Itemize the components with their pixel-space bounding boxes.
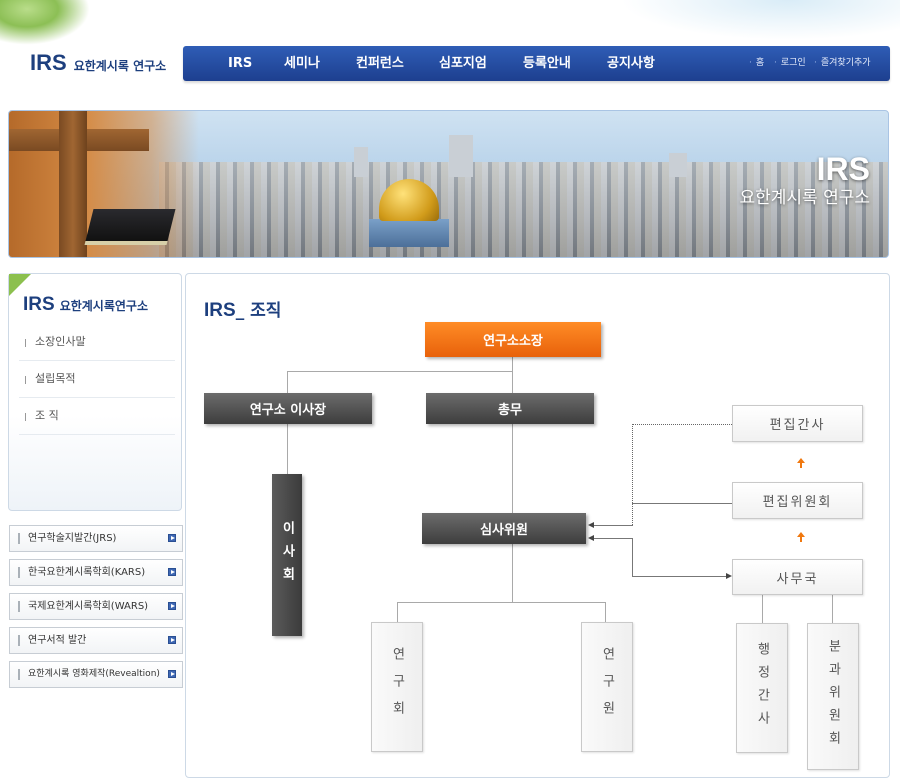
connector-line: [592, 538, 633, 539]
sidebar-item-organization[interactable]: 조 직: [19, 398, 175, 435]
tower-decoration: [354, 147, 368, 177]
connector-line: [287, 371, 513, 372]
sidebar-title: IRS 요한계시록연구소: [23, 294, 148, 316]
sidebar-item-greeting[interactable]: 소장인사말: [19, 324, 175, 361]
org-box-chairman: 연구소 이사장: [204, 393, 372, 424]
org-label: 연구소소장: [483, 334, 543, 349]
connector-line: [832, 595, 833, 623]
arrow-right-icon: [168, 670, 176, 678]
connector-line: [632, 538, 633, 577]
org-label: 편집위원회: [762, 495, 833, 510]
site-logo[interactable]: IRS 요한계시록 연구소: [30, 50, 166, 76]
page-title-text: _ 조직: [235, 301, 282, 321]
util-home-link[interactable]: 홈: [749, 46, 764, 81]
logo-korean: 요한계시록 연구소: [73, 59, 167, 73]
connector-line: [397, 602, 398, 622]
link-button-wars[interactable]: 국제요한계시록학회(WARS): [9, 593, 183, 620]
arrow-left-icon: [588, 522, 594, 528]
util-bookmark-link[interactable]: 즐겨찾기추가: [814, 46, 871, 81]
org-box-secretariat: 사무국: [732, 559, 863, 595]
util-login-link[interactable]: 로그인: [774, 46, 806, 81]
link-label: 국제요한계시록학회(WARS): [28, 601, 149, 612]
org-box-director: 연구소소장: [425, 322, 601, 357]
link-button-kars[interactable]: 한국요한계시록학회(KARS): [9, 559, 183, 586]
nav-registration[interactable]: 등록안내: [523, 46, 571, 81]
org-box-general-affairs: 총무: [426, 393, 594, 424]
dotted-connector: [632, 424, 732, 425]
org-box-editorial-committee: 편집위원회: [732, 482, 863, 519]
sidebar-menu-box: IRS 요한계시록연구소 소장인사말 설립목적 조 직: [8, 273, 182, 511]
logo-irs: IRS: [30, 50, 67, 75]
org-label: 이사회: [279, 520, 295, 590]
org-label: 연구회: [389, 646, 405, 728]
banner-subtitle: 요한계시록 연구소: [739, 188, 870, 208]
arrow-right-icon: [168, 636, 176, 644]
connector-line: [512, 357, 513, 515]
connector-line: [397, 602, 605, 603]
org-box-board: 이사회: [272, 474, 302, 636]
org-label: 편집간사: [769, 418, 826, 433]
org-label: 연구원: [599, 646, 615, 728]
org-label: 총무: [498, 403, 522, 418]
connector-line: [605, 602, 606, 622]
banner-title: IRS: [816, 151, 870, 187]
org-box-research-society: 연구회: [371, 622, 423, 752]
nav-notice[interactable]: 공지사항: [607, 46, 655, 81]
arrow-up-icon: [797, 532, 805, 542]
arrow-right-icon: [168, 534, 176, 542]
arrow-left-icon: [588, 535, 594, 541]
org-label: 분과위원회: [825, 639, 841, 754]
link-label: 요한계시록 영화제작(Revealtion): [28, 669, 160, 679]
banner-title-block: IRS 요한계시록 연구소: [739, 151, 870, 209]
org-label: 연구소 이사장: [249, 403, 327, 418]
org-box-researcher: 연구원: [581, 622, 633, 752]
sidebar-item-purpose[interactable]: 설립목적: [19, 361, 175, 398]
sidebar-title-irs: IRS: [23, 294, 55, 315]
sidebar-title-korean: 요한계시록연구소: [59, 299, 149, 313]
nav-irs[interactable]: IRS: [228, 46, 252, 81]
tower-decoration: [449, 135, 473, 177]
corner-decoration: [9, 274, 31, 296]
link-button-film[interactable]: 요한계시록 영화제작(Revealtion): [9, 661, 183, 688]
org-label: 심사위원: [480, 523, 528, 538]
org-box-review-committee: 심사위원: [422, 513, 586, 544]
dome-base-decoration: [369, 219, 449, 247]
link-label: 한국요한계시록학회(KARS): [28, 567, 146, 578]
connector-line: [287, 424, 288, 474]
connector-line: [512, 544, 513, 602]
connector-line: [632, 576, 727, 577]
tower-decoration: [669, 153, 687, 177]
hero-banner: IRS 요한계시록 연구소: [8, 110, 889, 258]
nav-conference[interactable]: 컨퍼런스: [356, 46, 404, 81]
nav-seminar[interactable]: 세미나: [284, 46, 320, 81]
connector-line: [762, 595, 763, 623]
leaf-decoration: [0, 0, 90, 45]
org-box-subcommittee: 분과위원회: [807, 623, 859, 770]
sidebar-menu: 소장인사말 설립목적 조 직: [19, 324, 175, 435]
link-label: 연구서적 발간: [28, 635, 87, 646]
page-title-irs: IRS: [204, 300, 236, 321]
main-navigation: IRS 세미나 컨퍼런스 심포지엄 등록안내 공지사항 홈 로그인 즐겨찾기추가: [183, 46, 890, 81]
page-title: IRS_ 조직: [204, 296, 281, 322]
connector-line: [287, 371, 288, 395]
link-button-books[interactable]: 연구서적 발간: [9, 627, 183, 654]
arrow-right-icon: [168, 568, 176, 576]
dotted-connector: [632, 424, 633, 525]
sky-decoration: [620, 0, 900, 40]
org-label: 행정간사: [754, 642, 770, 734]
nav-symposium[interactable]: 심포지엄: [439, 46, 487, 81]
link-button-jrs[interactable]: 연구학술지발간(JRS): [9, 525, 183, 552]
link-label: 연구학술지발간(JRS): [28, 533, 117, 544]
connector-line: [592, 525, 633, 526]
org-label: 사무국: [776, 571, 819, 587]
org-box-admin-secretary: 행정간사: [736, 623, 788, 753]
cross-icon: [59, 111, 87, 257]
connector-line: [632, 503, 732, 504]
bible-icon: [84, 209, 176, 245]
org-box-editor: 편집간사: [732, 405, 863, 442]
arrow-right-icon: [168, 602, 176, 610]
arrow-up-icon: [797, 458, 805, 468]
